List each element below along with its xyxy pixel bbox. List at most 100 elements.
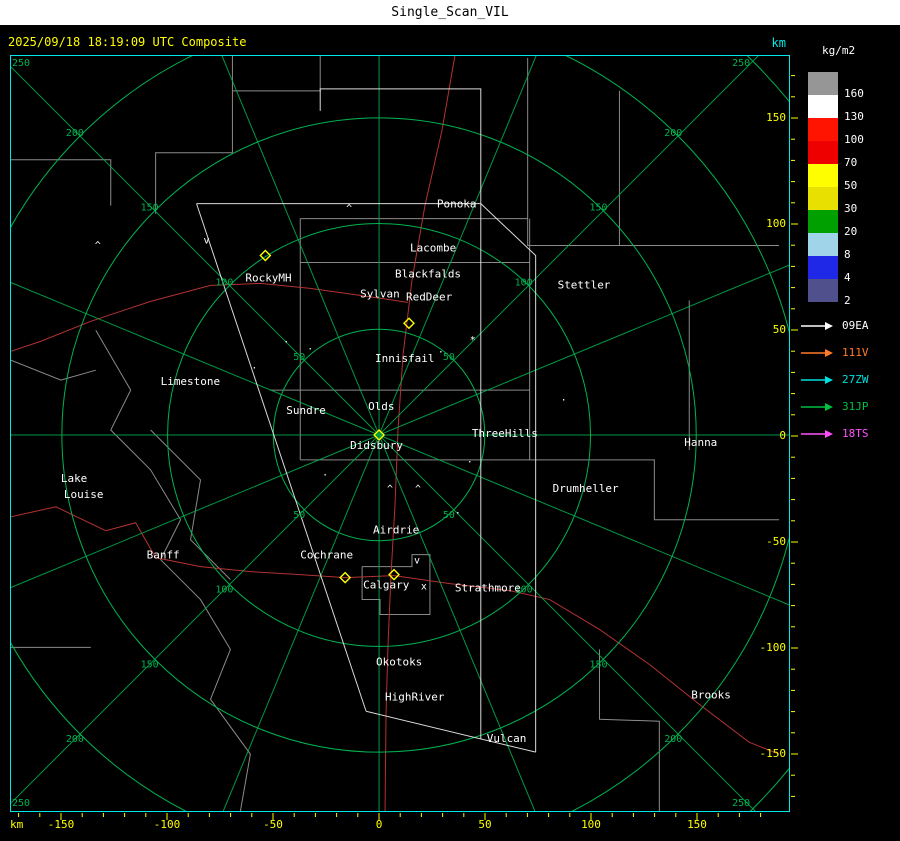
- county-boundary-line: [155, 56, 233, 214]
- ring-distance-label: 200: [664, 128, 682, 139]
- map-marker: ·: [307, 344, 313, 355]
- town-label: Lacombe: [410, 241, 456, 254]
- town-label: Brooks: [691, 688, 731, 701]
- town-label: Sundre: [286, 404, 326, 417]
- map-marker: ·: [322, 470, 328, 481]
- axis-label-right: 100: [766, 217, 786, 230]
- town-label: Drumheller: [553, 482, 619, 495]
- highway-line: [11, 282, 409, 352]
- town-label: Ponoka: [437, 198, 477, 211]
- map-marker: ·: [467, 457, 473, 468]
- radar-id: 31JP: [842, 400, 869, 413]
- bottom-axis: -150 -100 -50 0 50 100 150: [10, 818, 790, 832]
- colorbar-value: 160: [844, 87, 864, 100]
- ring-distance-label: 100: [215, 277, 233, 288]
- town-label: Vulcan: [487, 732, 527, 745]
- axis-label-bottom: -150: [47, 818, 75, 831]
- ring-distance-label: 50: [443, 352, 455, 363]
- ring-distance-label: 200: [66, 734, 84, 745]
- town-label: Olds: [368, 400, 394, 413]
- axis-label-bottom: 100: [581, 818, 601, 831]
- axis-label-right: 0: [779, 429, 786, 442]
- colorbar-swatch: [808, 164, 838, 187]
- axis-label-bottom: 50: [478, 818, 492, 831]
- map-marker: v: [414, 556, 420, 567]
- radar-legend-row: 31JP: [798, 393, 898, 420]
- ring-distance-label: 200: [66, 128, 84, 139]
- radar-arrow-head: [825, 348, 833, 357]
- map-marker: ·: [438, 347, 444, 358]
- highway-line: [393, 575, 780, 755]
- ring-distance-label: 100: [515, 277, 533, 288]
- ring-distance-label: 50: [443, 510, 455, 521]
- colorbar-value: 50: [844, 179, 858, 192]
- map-marker: x: [421, 582, 427, 593]
- colorbar-swatch: [808, 118, 838, 141]
- county-boundary-line: [232, 56, 321, 92]
- colorbar-swatch: [808, 233, 838, 256]
- colorbar-swatch: [808, 279, 838, 302]
- county-boundary-line: [95, 330, 251, 811]
- colorbar-value: 30: [844, 202, 858, 215]
- radar-arrow-icon: [801, 321, 833, 330]
- axis-label-bottom: 150: [687, 818, 707, 831]
- map-marker: ·: [251, 363, 257, 374]
- ring-distance-label: 50: [293, 352, 305, 363]
- scan-timestamp: 2025/09/18 18:19:09 UTC Composite: [8, 35, 247, 49]
- map-marker: ·: [561, 395, 567, 406]
- radar-map-canvas[interactable]: 250 200 150 100 50 50 100 150 200 250 50 100 150 200 2…: [11, 56, 789, 811]
- map-marker: ^: [346, 204, 352, 215]
- town-label: Sylvan: [360, 287, 400, 300]
- map-marker: ^: [387, 484, 393, 495]
- title-bar: Single_Scan_VIL: [0, 0, 900, 25]
- map-point-markers: ^ v ^ · · * · · ^ ^ · · v x · ·: [95, 204, 567, 593]
- radar-legend: 09EA 111V 27ZW 31JP 18TS: [798, 312, 898, 447]
- window-title: Single_Scan_VIL: [391, 5, 509, 20]
- colorbar-swatch: [808, 95, 838, 118]
- colorbar: kg/m2 160 130 100 70 50 30 20 8 4 2: [800, 40, 900, 310]
- colorbar-value: 4: [844, 271, 851, 284]
- axis-label-bottom: -100: [153, 818, 181, 831]
- ring-distance-label: 150: [589, 659, 607, 670]
- radar-arrow-head: [825, 375, 833, 384]
- radar-arrow-head: [825, 402, 833, 411]
- ring-distance-label: 150: [141, 659, 159, 670]
- county-boundary-line: [300, 459, 780, 521]
- scan-footprint: [196, 88, 537, 753]
- town-label: Lake: [61, 472, 87, 485]
- azimuth-spoke: [378, 264, 789, 436]
- town-label: Limestone: [161, 375, 220, 388]
- radar-legend-row: 09EA: [798, 312, 898, 339]
- town-label: HighRiver: [385, 690, 445, 703]
- axis-label-right: -50: [766, 535, 786, 548]
- town-label: Louise: [64, 488, 104, 501]
- colorbar-value: 2: [844, 294, 851, 307]
- axis-label-right: -100: [759, 641, 787, 654]
- ring-distance-label: 50: [293, 510, 305, 521]
- radar-arrow-head: [825, 429, 833, 438]
- axis-label-right: 150: [766, 111, 786, 124]
- azimuth-spoke: [11, 282, 380, 436]
- axis-label-right: 50: [772, 323, 786, 336]
- radar-app-window: { "title_bar": { "title": "Single_Scan_V…: [0, 0, 900, 841]
- radar-arrow-icon: [801, 375, 833, 384]
- map-marker: ·: [283, 337, 289, 348]
- azimuth-spoke: [378, 434, 789, 606]
- radar-arrow-icon: [801, 402, 833, 411]
- town-label: Banff: [147, 549, 180, 562]
- radar-id: 09EA: [842, 319, 869, 332]
- town-label: ThreeHills: [472, 427, 538, 440]
- right-axis: 150 100 50 0 -50 -100 -150: [748, 55, 787, 812]
- axis-label-bottom: -50: [263, 818, 283, 831]
- radar-id: 111V: [842, 346, 869, 359]
- town-label: Innisfail: [375, 352, 434, 365]
- town-label: RedDeer: [406, 290, 453, 303]
- colorbar-value: 100: [844, 133, 864, 146]
- town-label: Didsbury: [350, 439, 403, 452]
- radar-arrow-icon: [801, 429, 833, 438]
- axis-label-right: -150: [759, 747, 787, 760]
- town-label: Stettler: [558, 278, 611, 291]
- map-marker: v: [203, 236, 209, 247]
- town-label: Cochrane: [300, 549, 353, 562]
- radar-plot-frame: 250 200 150 100 50 50 100 150 200 250 50 100 150 200 2…: [10, 55, 790, 812]
